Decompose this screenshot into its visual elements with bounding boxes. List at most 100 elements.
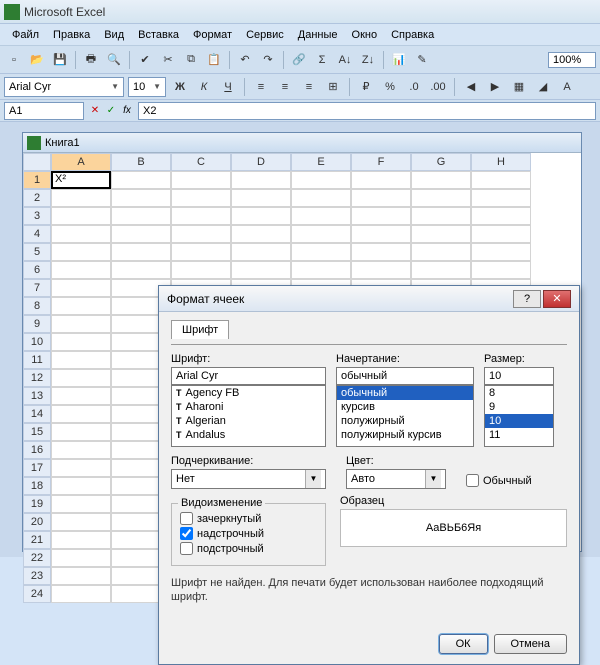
color-select[interactable]: Авто▼ [346,469,446,489]
link-icon[interactable]: 🔗 [289,50,309,70]
col-header[interactable]: F [351,153,411,171]
cell[interactable] [411,207,471,225]
sum-icon[interactable]: Σ [312,50,332,70]
help-button[interactable]: ? [513,290,541,308]
normal-checkbox[interactable]: Обычный [466,474,532,487]
cell[interactable] [351,171,411,189]
style-list[interactable]: обычный курсив полужирный полужирный кур… [336,385,474,447]
cell[interactable] [471,261,531,279]
cell[interactable] [231,207,291,225]
cell[interactable] [291,171,351,189]
style-input[interactable] [336,367,474,385]
col-header[interactable]: C [171,153,231,171]
print-icon[interactable]: 🖶 [81,50,101,70]
cell[interactable] [471,171,531,189]
row-header[interactable]: 19 [23,495,51,513]
underline-icon[interactable]: Ч [218,77,238,97]
sort-desc-icon[interactable]: Z↓ [358,50,378,70]
col-header[interactable]: H [471,153,531,171]
row-header[interactable]: 18 [23,477,51,495]
font-list[interactable]: TAgency FB TAharoni TAlgerian TAndalus [171,385,326,447]
dec-decimal-icon[interactable]: .00 [428,77,448,97]
cell[interactable] [291,207,351,225]
cell[interactable] [51,297,111,315]
sort-asc-icon[interactable]: A↓ [335,50,355,70]
list-item[interactable]: TAharoni [172,400,325,414]
undo-icon[interactable]: ↶ [235,50,255,70]
enter-icon[interactable]: ✓ [104,104,118,118]
cell[interactable] [51,261,111,279]
cell[interactable] [111,189,171,207]
save-icon[interactable]: 💾 [50,50,70,70]
row-header[interactable]: 8 [23,297,51,315]
cell[interactable] [351,243,411,261]
cell[interactable] [51,369,111,387]
row-header[interactable]: 21 [23,531,51,549]
cell[interactable] [51,333,111,351]
cell[interactable] [411,261,471,279]
list-item[interactable]: 10 [485,414,553,428]
open-icon[interactable]: 📂 [27,50,47,70]
redo-icon[interactable]: ↷ [258,50,278,70]
row-header[interactable]: 1 [23,171,51,189]
subscript-checkbox[interactable]: подстрочный [180,542,317,555]
cell[interactable] [291,189,351,207]
cell[interactable] [471,189,531,207]
menu-service[interactable]: Сервис [240,27,290,43]
cell[interactable] [51,513,111,531]
list-item[interactable]: курсив [337,400,473,414]
spell-icon[interactable]: ✔ [135,50,155,70]
font-input[interactable] [171,367,326,385]
strike-checkbox[interactable]: зачеркнутый [180,512,317,525]
row-header[interactable]: 16 [23,441,51,459]
row-header[interactable]: 9 [23,315,51,333]
cell[interactable] [51,441,111,459]
select-all[interactable] [23,153,51,171]
cell[interactable] [111,243,171,261]
align-center-icon[interactable]: ≡ [275,77,295,97]
cancel-button[interactable]: Отмена [494,634,567,654]
font-name-combo[interactable]: Arial Cyr▼ [4,77,124,97]
new-icon[interactable]: ▫ [4,50,24,70]
fill-icon[interactable]: ◢ [533,77,553,97]
cell[interactable] [291,225,351,243]
cell[interactable] [231,243,291,261]
list-item[interactable]: полужирный [337,414,473,428]
cell[interactable] [411,171,471,189]
cell[interactable] [231,261,291,279]
zoom-combo[interactable]: 100% [548,52,596,68]
cell[interactable] [291,243,351,261]
menu-edit[interactable]: Правка [47,27,96,43]
row-header[interactable]: 13 [23,387,51,405]
cell[interactable] [51,243,111,261]
superscript-checkbox[interactable]: надстрочный [180,527,317,540]
menu-file[interactable]: Файл [6,27,45,43]
size-list[interactable]: 8 9 10 11 [484,385,554,447]
copy-icon[interactable]: ⧉ [181,50,201,70]
menu-view[interactable]: Вид [98,27,130,43]
row-header[interactable]: 10 [23,333,51,351]
cell[interactable] [51,477,111,495]
row-header[interactable]: 12 [23,369,51,387]
cell[interactable] [351,207,411,225]
row-header[interactable]: 24 [23,585,51,603]
row-header[interactable]: 7 [23,279,51,297]
cell[interactable] [411,243,471,261]
preview-icon[interactable]: 🔍 [104,50,124,70]
cancel-icon[interactable]: ✕ [88,104,102,118]
row-header[interactable]: 5 [23,243,51,261]
name-box[interactable]: A1 [4,102,84,120]
list-item[interactable]: 11 [485,428,553,442]
align-left-icon[interactable]: ≡ [251,77,271,97]
align-right-icon[interactable]: ≡ [299,77,319,97]
cell[interactable] [51,225,111,243]
cell[interactable] [231,189,291,207]
menu-insert[interactable]: Вставка [132,27,185,43]
row-header[interactable]: 3 [23,207,51,225]
merge-icon[interactable]: ⊞ [323,77,343,97]
cell[interactable] [51,189,111,207]
percent-icon[interactable]: % [380,77,400,97]
indent-inc-icon[interactable]: ▶ [485,77,505,97]
inc-decimal-icon[interactable]: .0 [404,77,424,97]
cut-icon[interactable]: ✂ [158,50,178,70]
